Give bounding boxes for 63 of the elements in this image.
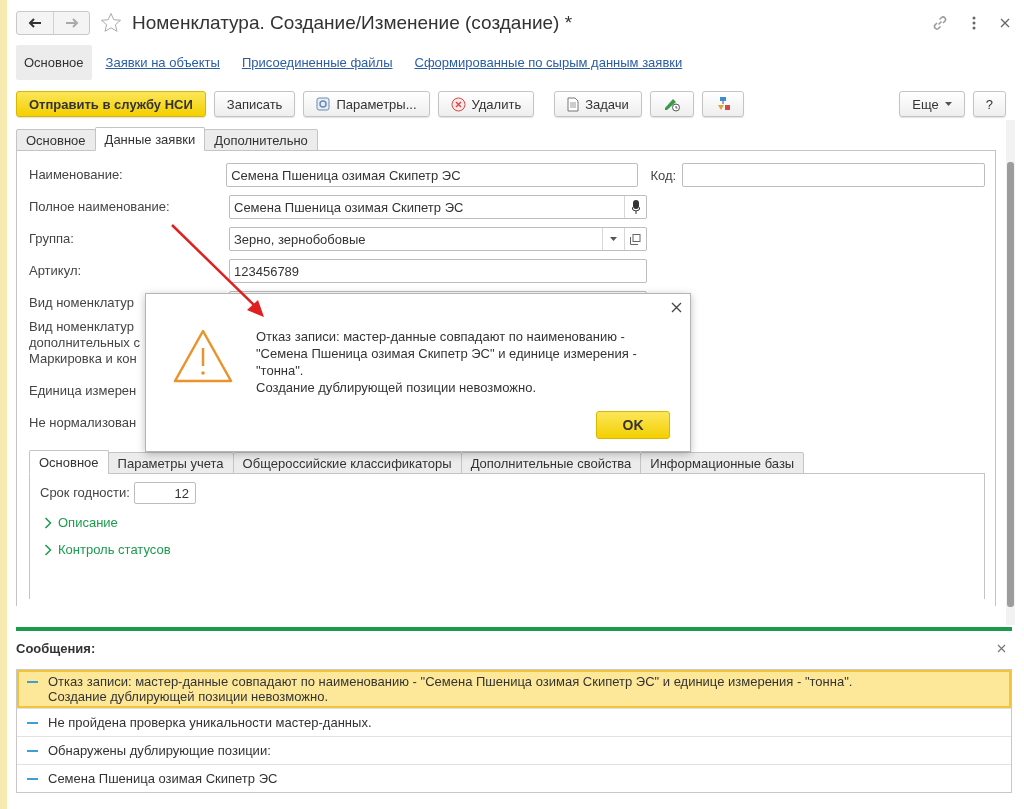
section-link[interactable]: Сформированные по сырым данным заявки (406, 44, 691, 80)
field-label: Полное наименование: (29, 199, 171, 215)
close-icon[interactable] (997, 643, 1006, 653)
arrow-right-icon (64, 18, 79, 28)
group-link[interactable]: Описание (58, 515, 118, 530)
section-link[interactable]: Заявки на объекты (97, 44, 228, 80)
form-tab[interactable]: Основное (16, 129, 96, 151)
link-icon[interactable] (932, 15, 948, 31)
icon-button[interactable] (649, 91, 694, 117)
more-button[interactable]: Еще (899, 91, 965, 117)
scrollbar[interactable] (1006, 120, 1015, 625)
document-icon (567, 96, 580, 112)
more-icon[interactable] (972, 16, 976, 30)
field-label: Вид номенклатур дополнительных с (29, 319, 141, 351)
caret-icon (944, 102, 952, 106)
open-window-icon (630, 233, 641, 245)
icon-button[interactable] (701, 91, 744, 117)
field-label: Срок годности: (40, 485, 130, 501)
toolbar-button[interactable]: Записать (213, 91, 296, 117)
inner-tab[interactable]: Общероссийские классификаторы (232, 452, 462, 474)
section-link[interactable]: Присоединенные файлы (233, 44, 401, 80)
help-button[interactable]: ? (972, 91, 1006, 117)
settings-icon (316, 97, 331, 111)
inner-tab[interactable]: Информационные базы (640, 452, 805, 474)
field-label: Вид номенклатур (29, 295, 135, 311)
input-field[interactable]: Семена Пшеница озимая Скипетр ЭС (229, 195, 647, 219)
field-label: Группа: (29, 231, 75, 247)
window-title: Номенклатура. Создание/Изменение (создание) * (132, 12, 574, 34)
group-link[interactable]: Контроль статусов (58, 542, 171, 557)
field-label: Артикул: (29, 263, 83, 279)
ok-button[interactable]: OK (596, 411, 670, 439)
section-link[interactable]: Основное (16, 44, 92, 80)
star-icon[interactable] (100, 12, 122, 34)
inner-tab[interactable]: Дополнительные свойства (460, 452, 642, 474)
message-item[interactable]: Отказ записи: мастер-данные совпадают по наименованию - "Семена Пшеница озимая Скипетр ЭС" и единице измерения - "тонна". Создание дублирующей позиции невозможно. (17, 670, 1011, 708)
field-label: Не нормализован (29, 415, 138, 431)
field-label: Маркировка и кон (29, 351, 138, 367)
form-tab[interactable]: Дополнительно (204, 129, 318, 151)
toolbar-button[interactable]: Удалить (437, 91, 535, 117)
delete-icon (450, 96, 466, 112)
arrow-left-icon (28, 18, 42, 28)
toolbar-button[interactable]: Параметры... (303, 91, 430, 117)
toolbar-button[interactable]: Задачи (554, 91, 642, 117)
form-tab[interactable]: Данные заявки (94, 127, 206, 151)
close-icon[interactable] (671, 302, 682, 313)
input-field[interactable]: Зерно, зернобобовые (229, 227, 647, 251)
messages-title: Сообщения: (16, 640, 97, 656)
field-label: Код: (650, 167, 677, 183)
input-field[interactable]: Семена Пшеница озимая Скипетр ЭС (226, 163, 639, 187)
microphone-icon (631, 200, 640, 214)
inner-tab[interactable]: Основное (29, 450, 109, 474)
close-icon[interactable] (1000, 18, 1010, 28)
toolbar-button[interactable]: Отправить в службу НСИ (16, 91, 206, 117)
inner-tab[interactable]: Параметры учета (107, 452, 234, 474)
warning-icon (172, 328, 234, 384)
number-field[interactable]: 12 (133, 482, 196, 504)
field-label: Наименование: (29, 167, 124, 183)
pencil-clock-icon (662, 96, 681, 112)
dialog-message: Отказ записи: мастер-данные совпадают по наименованию - "Семена Пшеница озимая Скипетр ЭС" и единице измерения - "тонна". Создание дублирующей позиции невозможно. (256, 328, 637, 396)
dropdown-icon (610, 237, 617, 241)
field-label: Единица измерен (29, 383, 138, 399)
input-field[interactable] (682, 163, 985, 187)
input-field[interactable]: 123456789 (229, 259, 647, 283)
